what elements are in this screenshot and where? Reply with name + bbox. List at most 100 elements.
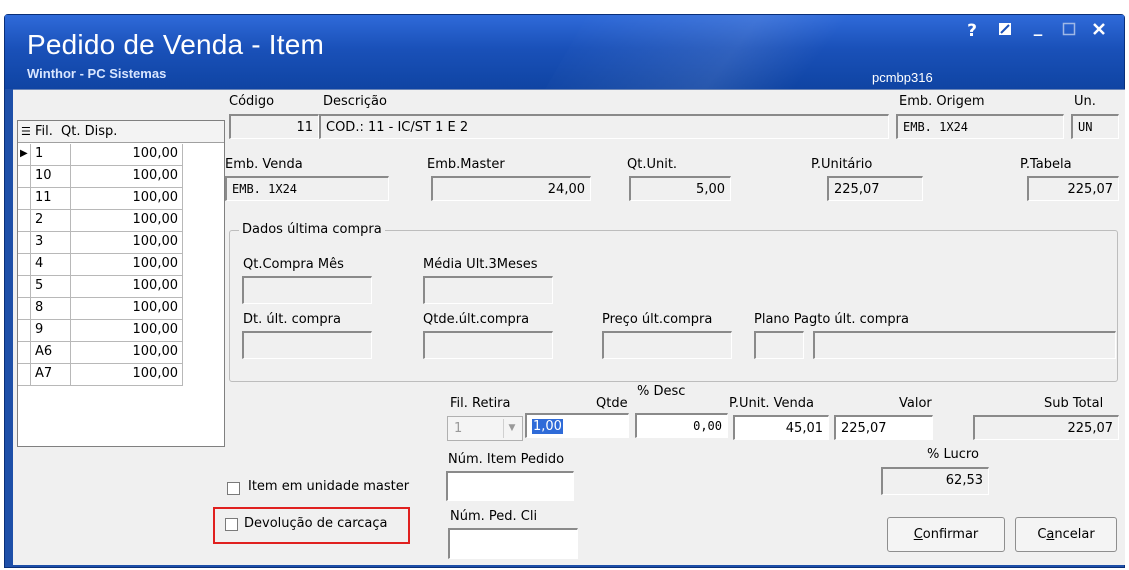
media-3meses-field[interactable]: [423, 276, 553, 304]
p-tabela-label: P.Tabela: [1020, 157, 1072, 172]
grid-cell-fil[interactable]: 1: [31, 144, 71, 166]
table-row[interactable]: 8 100,00: [18, 298, 183, 320]
restore-icon: [999, 23, 1011, 35]
row-indicator: [18, 364, 31, 386]
help-button[interactable]: ?: [962, 21, 982, 41]
p-unit-venda-field[interactable]: 45,01: [733, 415, 829, 440]
plano-pagto-desc-field[interactable]: [813, 331, 1116, 359]
window-subtitle: Winthor - PC Sistemas: [27, 66, 167, 81]
sub-total-label: Sub Total: [1044, 396, 1104, 411]
minimize-button[interactable]: _: [1028, 17, 1048, 37]
qtde-field[interactable]: 1,00: [525, 413, 629, 438]
valor-label: Valor: [899, 396, 932, 411]
qtde-ult-compra-field[interactable]: [423, 331, 553, 359]
table-row[interactable]: 4 100,00: [18, 254, 183, 276]
plano-pagto-label: Plano Pagto últ. compra: [754, 312, 909, 327]
preco-ult-compra-field[interactable]: [602, 331, 732, 359]
row-indicator: [18, 210, 31, 232]
current-row-icon: ▶: [20, 148, 28, 159]
maximize-icon: [1062, 22, 1076, 36]
close-button[interactable]: [1089, 21, 1109, 42]
p-unitario-field[interactable]: 225,07: [827, 176, 923, 201]
descricao-field[interactable]: COD.: 11 - IC/ST 1 E 2: [319, 114, 889, 139]
table-row[interactable]: 3 100,00: [18, 232, 183, 254]
qt-unit-label: Qt.Unit.: [627, 157, 678, 172]
table-row[interactable]: 2 100,00: [18, 210, 183, 232]
title-bar-sheen: [518, 15, 1032, 89]
item-master-checkbox[interactable]: [227, 482, 240, 495]
un-field[interactable]: UN: [1071, 114, 1119, 139]
table-row[interactable]: 10 100,00: [18, 166, 183, 188]
p-tabela-field[interactable]: 225,07: [1027, 176, 1119, 201]
fil-retira-label: Fil. Retira: [450, 396, 511, 411]
table-row[interactable]: A6 100,00: [18, 342, 183, 364]
grid-cell-qt[interactable]: 100,00: [71, 254, 183, 276]
fil-retira-value: 1: [454, 421, 463, 436]
plano-pagto-code-field[interactable]: [754, 331, 804, 359]
emb-master-field[interactable]: 24,00: [431, 176, 591, 201]
confirmar-accel: C: [913, 527, 923, 542]
descricao-label: Descrição: [323, 94, 387, 109]
app-window: Pedido de Venda - Item Winthor - PC Sist…: [4, 14, 1125, 568]
num-ped-cli-field[interactable]: [448, 528, 578, 559]
desc-label: % Desc: [637, 384, 686, 399]
grid-cell-fil[interactable]: 4: [31, 254, 71, 276]
table-row[interactable]: 9 100,00: [18, 320, 183, 342]
lucro-field[interactable]: 62,53: [881, 467, 989, 495]
grid-cell-qt[interactable]: 100,00: [71, 188, 183, 210]
grid-header-qt[interactable]: Qt. Disp.: [61, 124, 117, 139]
stock-grid[interactable]: ☰ Fil. Qt. Disp. ▶ 1 100,00 10 100,00 11 100,0…: [17, 120, 225, 447]
grid-cell-fil[interactable]: 10: [31, 166, 71, 188]
grid-options-icon[interactable]: ☰: [21, 125, 31, 138]
row-indicator: [18, 276, 31, 298]
table-row[interactable]: 11 100,00: [18, 188, 183, 210]
row-indicator: [18, 254, 31, 276]
grid-cell-qt[interactable]: 100,00: [71, 276, 183, 298]
grid-cell-qt[interactable]: 100,00: [71, 210, 183, 232]
grid-cell-qt[interactable]: 100,00: [71, 166, 183, 188]
grid-cell-fil[interactable]: 11: [31, 188, 71, 210]
num-item-pedido-field[interactable]: [446, 471, 574, 501]
grid-cell-fil[interactable]: 3: [31, 232, 71, 254]
desc-field[interactable]: 0,00: [635, 413, 728, 438]
grid-cell-fil[interactable]: 9: [31, 320, 71, 342]
grid-cell-fil[interactable]: 5: [31, 276, 71, 298]
dt-ult-compra-field[interactable]: [242, 331, 372, 359]
fil-retira-select[interactable]: 1 ▼: [447, 416, 523, 441]
grid-cell-fil[interactable]: 8: [31, 298, 71, 320]
valor-field[interactable]: 225,07: [834, 415, 933, 440]
grid-cell-qt[interactable]: 100,00: [71, 320, 183, 342]
codigo-field[interactable]: 11: [229, 114, 319, 139]
sub-total-field[interactable]: 225,07: [973, 415, 1119, 440]
screen-code: pcmbp316: [872, 70, 933, 85]
grid-header-fil[interactable]: Fil.: [35, 124, 53, 139]
devolucao-checkbox[interactable]: [225, 518, 238, 531]
grid-cell-fil[interactable]: A6: [31, 342, 71, 364]
num-item-pedido-label: Núm. Item Pedido: [448, 452, 565, 467]
grid-cell-qt[interactable]: 100,00: [71, 298, 183, 320]
qt-unit-field[interactable]: 5,00: [629, 176, 731, 201]
emb-venda-field[interactable]: EMB. 1X24: [225, 176, 389, 201]
cancelar-button[interactable]: Cancelar: [1015, 517, 1117, 552]
grid-cell-fil[interactable]: A7: [31, 364, 71, 386]
maximize-button[interactable]: [1059, 21, 1079, 41]
grid-cell-qt[interactable]: 100,00: [71, 232, 183, 254]
item-master-label: Item em unidade master: [248, 479, 410, 494]
table-row[interactable]: ▶ 1 100,00: [18, 144, 183, 166]
grid-cell-qt[interactable]: 100,00: [71, 144, 183, 166]
grid-cell-qt[interactable]: 100,00: [71, 364, 183, 386]
table-row[interactable]: A7 100,00: [18, 364, 183, 386]
media-3meses-label: Média Ult.3Meses: [423, 257, 538, 272]
qtde-ult-compra-label: Qtde.últ.compra: [423, 312, 530, 327]
grid-cell-fil[interactable]: 2: [31, 210, 71, 232]
emb-origem-field[interactable]: EMB. 1X24: [896, 114, 1064, 139]
table-row[interactable]: 5 100,00: [18, 276, 183, 298]
confirmar-button[interactable]: Confirmar: [887, 517, 1005, 552]
qtde-value: 1,00: [532, 419, 563, 434]
codigo-label: Código: [229, 94, 275, 109]
qt-compra-mes-field[interactable]: [242, 276, 372, 304]
grid-cell-qt[interactable]: 100,00: [71, 342, 183, 364]
restore-button[interactable]: [995, 21, 1015, 41]
chevron-down-icon[interactable]: ▼: [503, 419, 520, 438]
un-label: Un.: [1074, 94, 1096, 109]
